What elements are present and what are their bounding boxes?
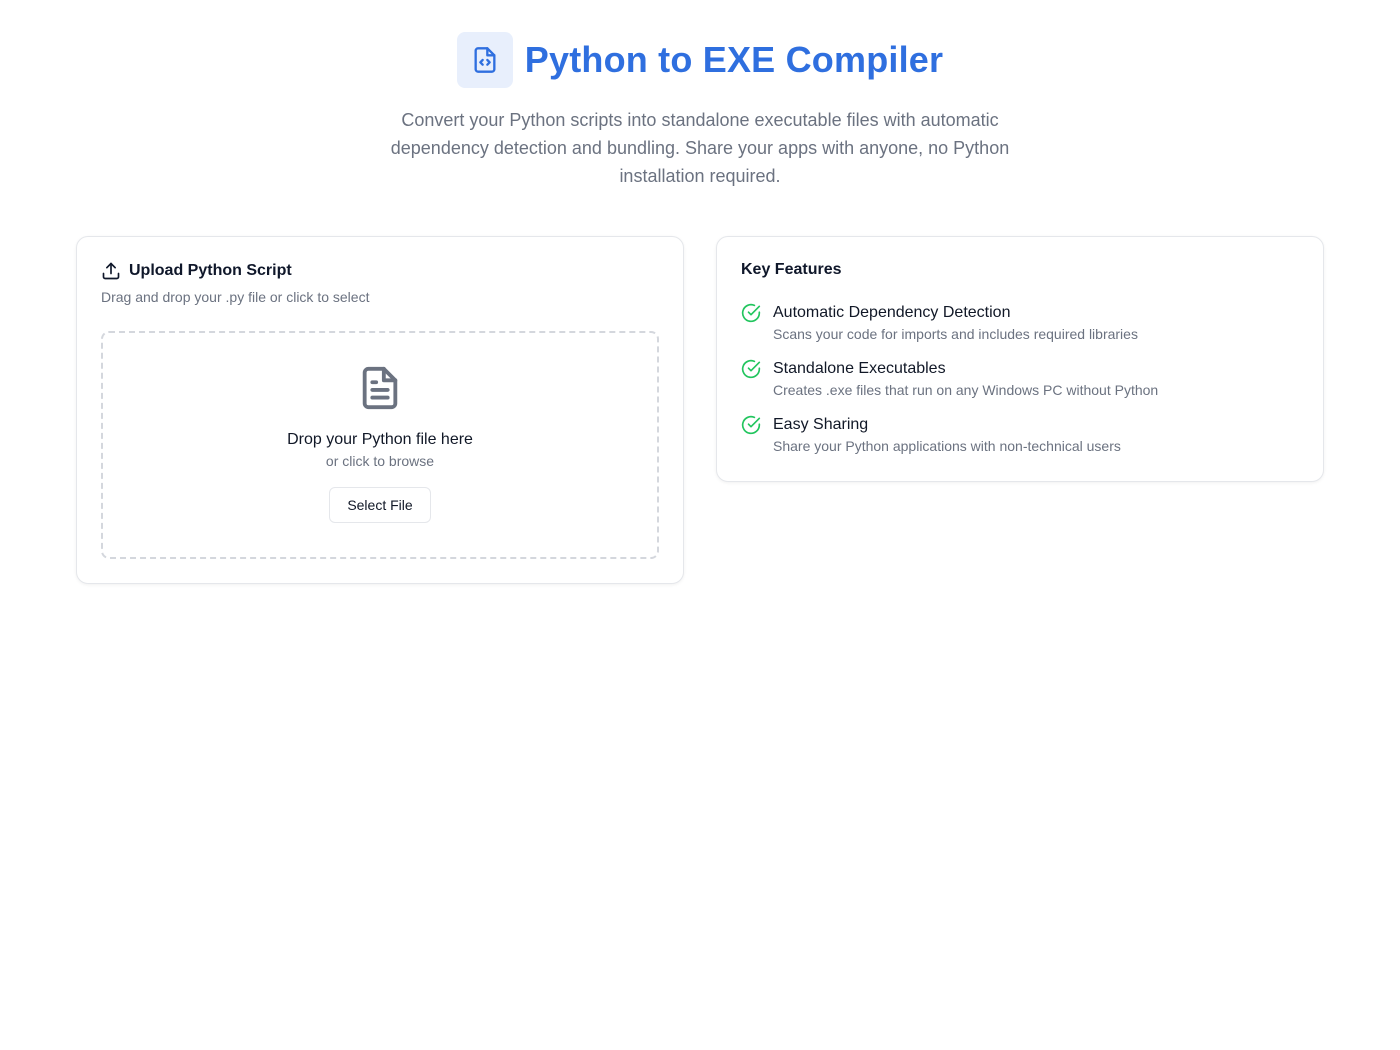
check-circle-icon xyxy=(741,303,761,323)
upload-card-description: Drag and drop your .py file or click to … xyxy=(101,289,370,305)
upload-icon xyxy=(102,262,120,280)
feature-item: Easy Sharing Share your Python applicati… xyxy=(741,415,1158,471)
feature-list: Automatic Dependency Detection Scans you… xyxy=(741,303,1158,471)
title-row: Python to EXE Compiler xyxy=(456,32,944,88)
upload-card-header: Upload Python Script xyxy=(101,261,292,281)
feature-item: Standalone Executables Creates .exe file… xyxy=(741,359,1158,415)
file-code-icon xyxy=(474,47,496,73)
page-header: Python to EXE Compiler Convert your Pyth… xyxy=(0,32,1400,190)
upload-card-title: Upload Python Script xyxy=(129,262,292,279)
feature-name: Standalone Executables xyxy=(773,360,946,377)
check-circle-icon xyxy=(741,415,761,435)
check-circle-icon xyxy=(741,359,761,379)
feature-name: Easy Sharing xyxy=(773,416,869,433)
features-title: Key Features xyxy=(741,261,842,278)
feature-description: Scans your code for imports and includes… xyxy=(773,326,1138,342)
upload-card: Upload Python Script Drag and drop your … xyxy=(76,236,684,584)
logo xyxy=(456,32,513,88)
select-file-button[interactable]: Select File xyxy=(329,487,431,523)
file-dropzone[interactable]: Drop your Python file here or click to b… xyxy=(101,331,659,559)
page-title: Python to EXE Compiler xyxy=(524,39,944,80)
features-card: Key Features Automatic Dependency Detect… xyxy=(716,236,1324,482)
page-subtitle: Convert your Python scripts into standal… xyxy=(390,110,1010,186)
feature-description: Share your Python applications with non-… xyxy=(773,438,1121,454)
feature-item: Automatic Dependency Detection Scans you… xyxy=(741,303,1158,359)
feature-description: Creates .exe files that run on any Windo… xyxy=(773,382,1159,398)
file-text-icon xyxy=(362,366,398,410)
dropzone-subtitle: or click to browse xyxy=(325,453,435,469)
feature-name: Automatic Dependency Detection xyxy=(773,304,1011,321)
dropzone-title: Drop your Python file here xyxy=(287,431,473,448)
